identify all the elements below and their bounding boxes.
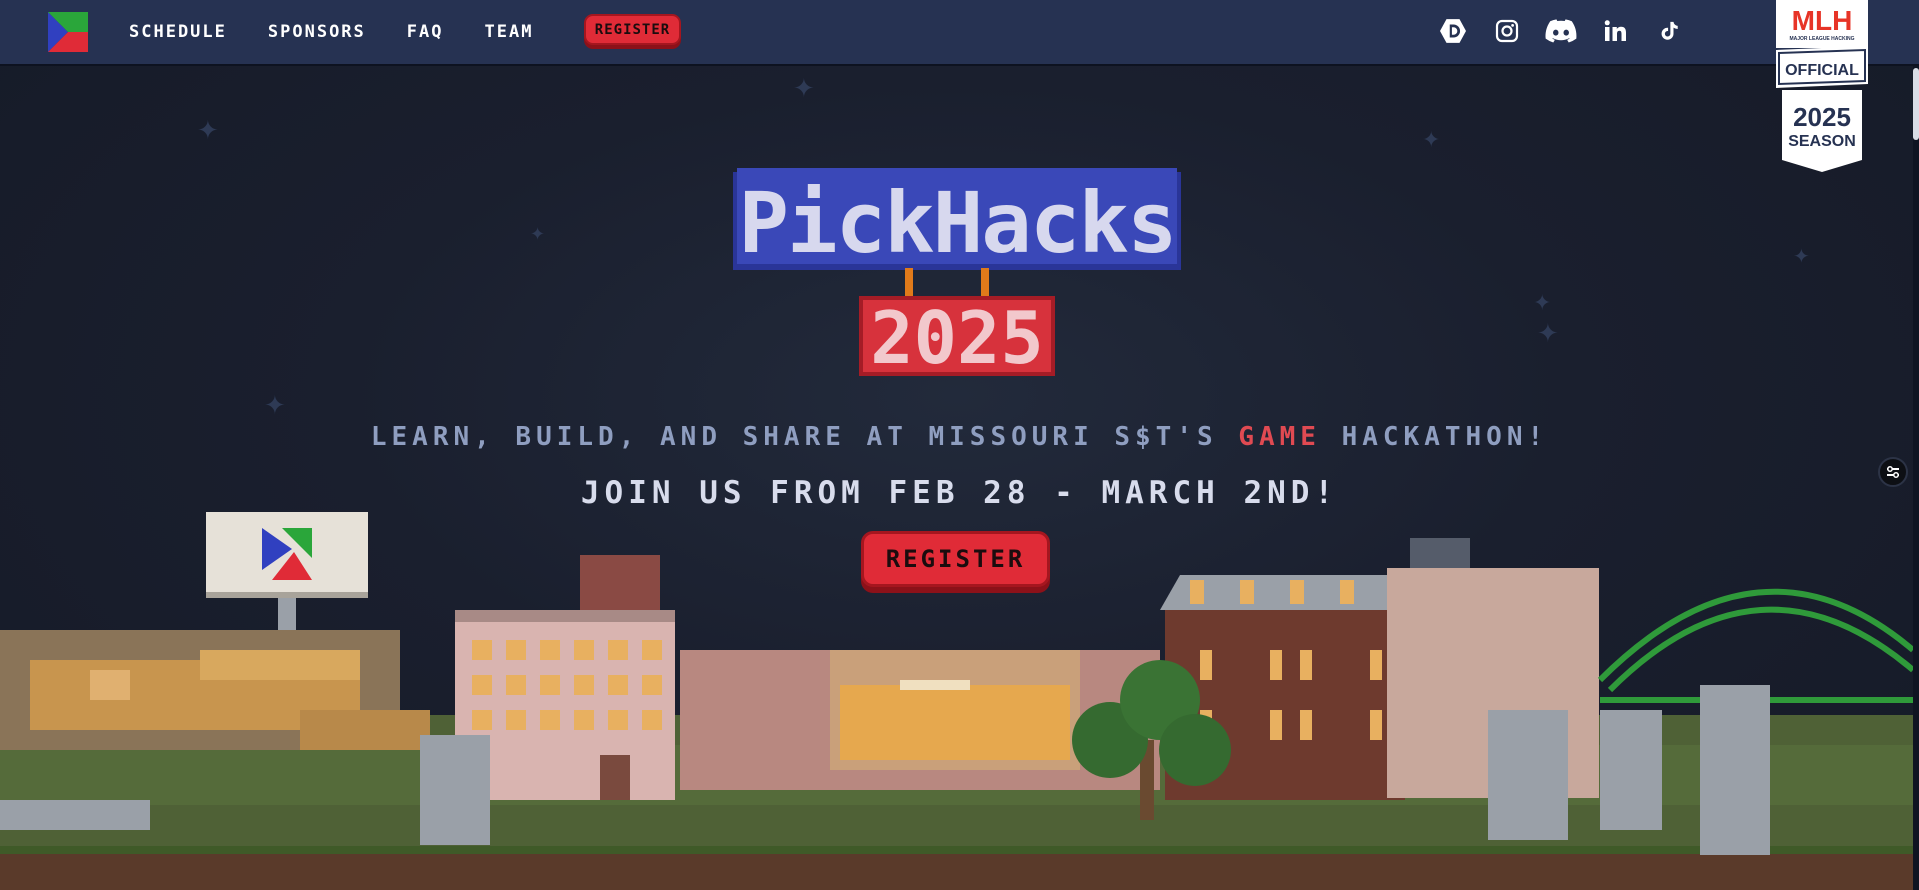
nav-link-sponsors[interactable]: SPONSORS	[268, 22, 366, 42]
star-icon: ✦	[1537, 319, 1559, 349]
nav-register-button[interactable]: REGISTER	[584, 14, 681, 45]
star-icon: ✦	[793, 74, 815, 104]
tagline-end: HACKATHON!	[1341, 422, 1549, 452]
sliders-icon	[1887, 466, 1899, 478]
event-dates: JOIN US FROM FEB 28 - MARCH 2ND!	[580, 475, 1339, 511]
scrollbar-track[interactable]	[1913, 66, 1919, 890]
hero-tagline: LEARN, BUILD, AND SHARE AT MISSOURI S$T'…	[0, 422, 1919, 452]
mlh-year: 2025	[1793, 102, 1851, 132]
mlh-brand-sub: MAJOR LEAGUE HACKING	[1789, 36, 1854, 42]
logo-title-text: PickHacks	[738, 174, 1175, 272]
nav-links: SCHEDULE SPONSORS FAQ TEAM	[129, 0, 533, 64]
instagram-icon[interactable]	[1491, 15, 1523, 47]
settings-toggle-button[interactable]	[1878, 457, 1908, 487]
star-icon: ✦	[530, 224, 546, 245]
devpost-icon[interactable]	[1437, 15, 1469, 47]
social-links	[1437, 15, 1685, 47]
pickhacks-logo: PickHacks 2025	[733, 168, 1181, 380]
hanging-chains	[905, 268, 989, 298]
star-icon: ✦	[1793, 244, 1810, 268]
logo-year-text: 2025	[870, 296, 1043, 380]
star-icon: ✦	[264, 391, 286, 421]
mlh-season-badge[interactable]: MLH MAJOR LEAGUE HACKING OFFICIAL 2025 S…	[1776, 0, 1868, 172]
nav-link-team[interactable]: TEAM	[485, 22, 534, 42]
mlh-official: OFFICIAL	[1785, 62, 1859, 79]
mlh-season: SEASON	[1788, 133, 1856, 150]
nav-link-faq[interactable]: FAQ	[407, 22, 444, 42]
scrollbar-thumb[interactable]	[1913, 68, 1919, 140]
star-icon: ✦	[1533, 291, 1552, 316]
hero-register-button[interactable]: REGISTER	[861, 531, 1050, 587]
top-navbar: SCHEDULE SPONSORS FAQ TEAM REGISTER	[0, 0, 1919, 66]
star-icon: ✦	[197, 116, 219, 146]
pickhacks-logo-icon[interactable]	[48, 12, 88, 52]
nav-link-schedule[interactable]: SCHEDULE	[129, 22, 227, 42]
tagline-text: LEARN, BUILD, AND SHARE AT MISSOURI S$T'…	[370, 422, 1218, 452]
mlh-brand: MLH	[1792, 5, 1853, 36]
linkedin-icon[interactable]	[1599, 15, 1631, 47]
tiktok-icon[interactable]	[1653, 15, 1685, 47]
billboard	[206, 512, 368, 647]
bridge	[1597, 588, 1913, 703]
discord-icon[interactable]	[1545, 15, 1577, 47]
tagline-highlight: GAME	[1238, 422, 1321, 452]
star-icon: ✦	[1422, 128, 1441, 153]
